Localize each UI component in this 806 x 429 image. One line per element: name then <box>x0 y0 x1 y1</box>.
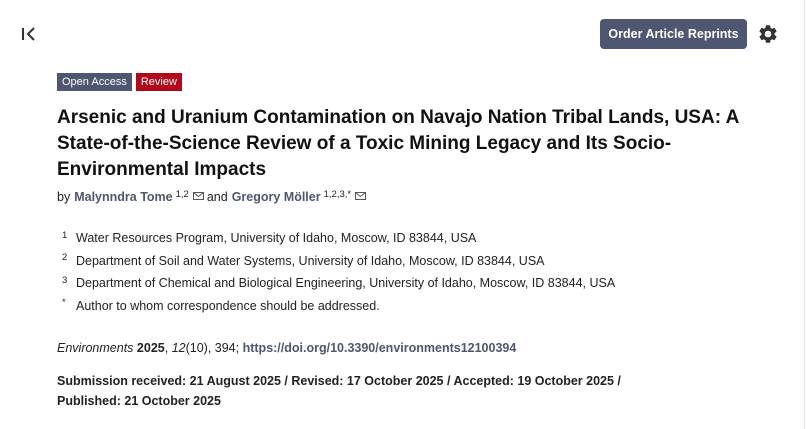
journal-name: Environments <box>57 341 134 355</box>
affiliation-item: 3 Department of Chemical and Biological … <box>62 272 615 295</box>
publication-dates: Submission received: 21 August 2025 / Re… <box>57 371 677 411</box>
dates-line-1: Submission received: 21 August 2025 / Re… <box>57 374 621 388</box>
affiliation-text: Water Resources Program, University of I… <box>76 231 477 246</box>
envelope-icon[interactable] <box>192 189 204 200</box>
affiliations-list: 1 Water Resources Program, University of… <box>62 227 615 317</box>
gear-icon[interactable] <box>757 23 779 45</box>
article-title: Arsenic and Uranium Contamination on Nav… <box>57 107 739 180</box>
citation-line: Environments 2025, 12(10), 394; https://… <box>57 341 517 355</box>
and-label: and <box>206 190 228 204</box>
author-2-link[interactable]: Gregory Möller <box>232 190 321 204</box>
by-label: by <box>57 190 71 204</box>
citation-volume: 12 <box>171 341 186 355</box>
author-1-affil: 1,2 <box>175 189 189 200</box>
affiliation-item: * Author to whom correspondence should b… <box>62 295 615 318</box>
affiliation-text: Department of Soil and Water Systems, Un… <box>76 253 545 268</box>
citation-page: , 394; <box>207 341 240 355</box>
envelope-icon[interactable] <box>355 189 367 200</box>
doi-link[interactable]: https://doi.org/10.3390/environments1210… <box>243 341 517 355</box>
citation-issue: (10) <box>185 341 208 355</box>
affiliation-text: Department of Chemical and Biological En… <box>76 276 616 291</box>
affiliation-item: 2 Department of Soil and Water Systems, … <box>62 250 615 273</box>
affiliation-item: 1 Water Resources Program, University of… <box>62 227 615 250</box>
affiliation-number: 2 <box>62 252 68 264</box>
open-access-badge: Open Access <box>57 73 132 91</box>
affiliation-text: Author to whom correspondence should be … <box>76 298 380 313</box>
affiliation-number: 3 <box>62 274 68 286</box>
citation-year: 2025 <box>136 341 165 355</box>
author-2-affil: 1,2,3,* <box>323 189 352 200</box>
order-reprints-button[interactable]: Order Article Reprints <box>600 19 747 49</box>
review-badge: Review <box>135 73 182 91</box>
author-line: by Malynndra Tome 1,2 and Gregory Möller… <box>57 189 367 204</box>
article-panel: Order Article Reprints Open Access Revie… <box>0 0 805 429</box>
author-1-link[interactable]: Malynndra Tome <box>74 190 172 204</box>
collapse-left-icon[interactable] <box>19 24 39 44</box>
dates-line-2: Published: 21 October 2025 <box>57 394 221 408</box>
affiliation-number: * <box>62 297 66 309</box>
badges: Open Access Review <box>57 73 182 91</box>
affiliation-number: 1 <box>62 229 68 241</box>
